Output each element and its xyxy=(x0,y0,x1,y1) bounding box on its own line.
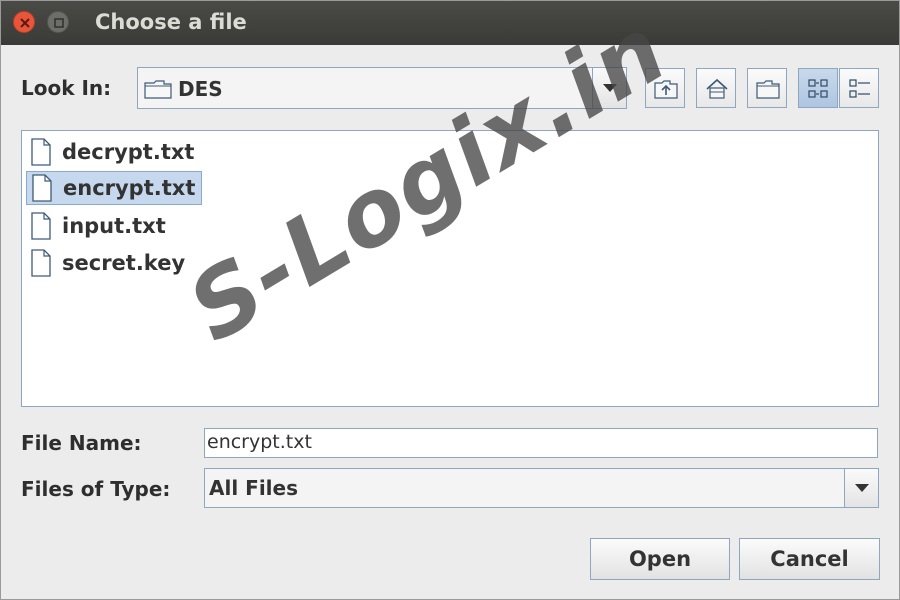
details-view-icon xyxy=(849,79,870,98)
file-icon xyxy=(32,174,52,202)
up-one-level-icon xyxy=(654,80,678,99)
file-type-combobox[interactable]: All Files xyxy=(204,468,879,508)
look-in-dropdown-button[interactable] xyxy=(592,68,626,108)
look-in-label: Look In: xyxy=(21,76,111,100)
new-folder-button[interactable] xyxy=(747,68,787,108)
look-in-value: DES xyxy=(178,77,223,101)
file-name: secret.key xyxy=(62,251,186,275)
folder-icon xyxy=(144,80,172,99)
home-button[interactable] xyxy=(696,68,736,108)
file-chooser-dialog: Choose a file Look In: DES decrypt.txt e… xyxy=(0,0,900,600)
title-bar[interactable]: Choose a file xyxy=(1,1,899,45)
file-list[interactable]: decrypt.txt encrypt.txt input.txt secret… xyxy=(21,130,879,407)
list-view-icon xyxy=(808,79,828,98)
file-name: encrypt.txt xyxy=(63,176,196,200)
home-icon xyxy=(706,78,728,99)
open-button[interactable]: Open xyxy=(590,538,730,580)
file-name-label: File Name: xyxy=(21,431,142,455)
chevron-down-icon xyxy=(603,84,617,92)
file-icon xyxy=(31,138,51,166)
cancel-button[interactable]: Cancel xyxy=(739,538,880,580)
file-name: decrypt.txt xyxy=(62,140,195,164)
look-in-label-text: Look In: xyxy=(21,76,112,100)
new-folder-icon xyxy=(756,80,780,99)
file-icon xyxy=(31,212,51,240)
file-list-item-selected[interactable]: encrypt.txt xyxy=(26,171,203,205)
minimize-window-button[interactable] xyxy=(47,11,69,33)
file-name-label-text: File Name: xyxy=(21,431,142,455)
look-in-combobox[interactable]: DES xyxy=(137,67,627,109)
file-name: input.txt xyxy=(62,214,166,238)
file-type-label-text: Files of Type: xyxy=(21,477,171,501)
file-type-value: All Files xyxy=(209,476,298,500)
minimize-icon xyxy=(54,18,64,28)
file-list-item[interactable]: decrypt.txt xyxy=(26,135,200,169)
file-name-input[interactable]: encrypt.txt xyxy=(204,428,878,458)
file-list-item[interactable]: input.txt xyxy=(26,209,172,243)
close-window-button[interactable] xyxy=(13,11,35,33)
details-view-toggle[interactable] xyxy=(839,68,879,108)
file-list-item[interactable]: secret.key xyxy=(26,246,191,280)
window-title: Choose a file xyxy=(95,10,247,34)
file-type-label: Files of Type: xyxy=(21,477,170,501)
list-view-toggle[interactable] xyxy=(798,68,838,108)
file-type-dropdown-button[interactable] xyxy=(844,469,878,507)
close-icon xyxy=(20,18,30,28)
up-one-level-button[interactable] xyxy=(645,68,685,108)
chevron-down-icon xyxy=(855,484,869,492)
file-icon xyxy=(31,249,51,277)
